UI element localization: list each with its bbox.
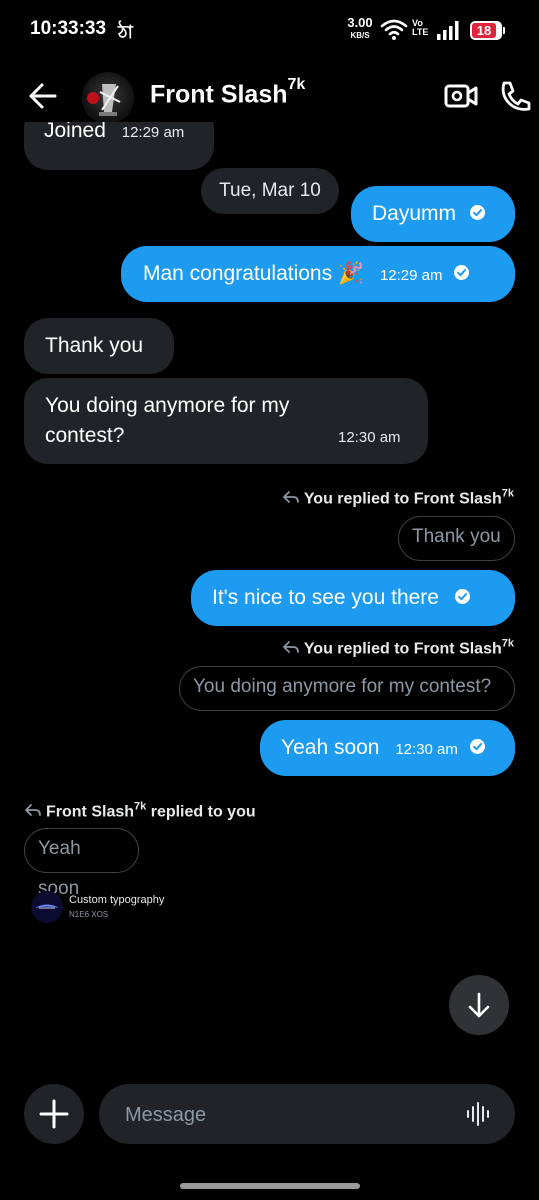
net-speed: 3.00 KB/S [345,15,375,41]
check-icon [454,588,470,604]
message-text: Thank you [45,334,144,357]
date-separator: Tue, Mar 10 [201,168,339,214]
reply-note-name: Front Slash [46,803,135,821]
message-text-line2: contest? [45,424,125,447]
phone-icon[interactable] [498,80,532,112]
contact-name[interactable]: Front Slash7k [150,76,305,109]
watermark-title: Custom typography [69,894,165,906]
contact-name-text: Front Slash [150,80,288,109]
reply-note: Front Slash7k replied to you [24,801,256,821]
reply-note-suffix: replied to you [146,803,256,821]
reply-note-sup: 7k [501,638,514,650]
battery-level: 18 [472,23,496,38]
message-text: Man congratulations 🎉 [143,262,365,285]
voice-wave-icon[interactable] [465,1102,491,1126]
partial-message-time: 12:29 am [121,124,185,141]
partial-message: Joined 12:29 am [24,122,214,170]
home-indicator[interactable] [180,1183,360,1189]
back-arrow-icon[interactable] [28,82,58,110]
avatar[interactable] [82,72,134,124]
carrier-icon: ঠা [118,22,133,42]
partial-message-text: Joined [44,122,106,142]
message-composer[interactable] [99,1084,515,1146]
avatar-image [87,84,121,116]
check-icon [454,264,470,280]
reply-note: You replied to Front Slash7k [282,638,514,658]
reply-arrow-icon [282,641,299,654]
outgoing-message[interactable]: Dayumm [351,186,515,242]
scroll-to-bottom-button[interactable] [449,975,509,1035]
message-time: 12:30 am [338,429,401,446]
reply-quote[interactable]: You doing anymore for my contest? [179,666,515,711]
signal-icon [437,21,459,40]
message-text: Dayumm [372,202,457,225]
reply-arrow-icon [25,804,41,817]
incoming-message[interactable]: Thank you [24,318,174,374]
volte-bottom: LTE [412,27,429,37]
status-time: 10:33:33 [30,18,107,39]
check-icon [469,738,485,754]
reply-note-text: You replied to Front Slash [303,640,502,658]
outgoing-message[interactable]: It's nice to see you there [191,570,515,626]
message-time: 12:29 am [379,267,443,284]
reply-quote[interactable]: Thank you [398,516,515,561]
check-icon [469,204,485,220]
incoming-message[interactable]: You doing anymore for my contest? 12:30 … [24,378,428,464]
message-text-line1: You doing anymore for my [45,394,290,417]
net-speed-value: 3.00 [347,15,373,30]
wifi-icon [380,19,408,40]
outgoing-message[interactable]: Yeah soon 12:30 am [260,720,515,776]
reply-note-sup: 7k [501,488,514,500]
net-speed-unit: KB/S [350,31,370,40]
message-time: 12:30 am [395,741,458,758]
message-text: Yeah soon [281,736,380,759]
reply-note: You replied to Front Slash7k [282,488,514,508]
message-text: It's nice to see you there [212,586,439,609]
watermark-logo [31,891,63,923]
reply-arrow-icon [282,491,299,504]
watermark-subtitle: N1E6 XOS [69,910,109,919]
message-input[interactable] [123,1084,447,1146]
reply-quote[interactable]: Yeah soon [24,828,139,899]
arrow-down-icon [468,992,490,1018]
reply-note-sup: 7k [134,801,147,813]
volte-indicator: Vo LTE [412,19,428,37]
contact-sup: 7k [287,76,306,93]
outgoing-message[interactable]: Man congratulations 🎉 12:29 am [121,246,515,302]
plus-icon [39,1099,69,1129]
reply-note-text: You replied to Front Slash [303,490,502,508]
add-attachment-button[interactable] [24,1084,84,1144]
battery-icon: 18 [470,21,505,40]
video-call-icon[interactable] [444,82,478,110]
